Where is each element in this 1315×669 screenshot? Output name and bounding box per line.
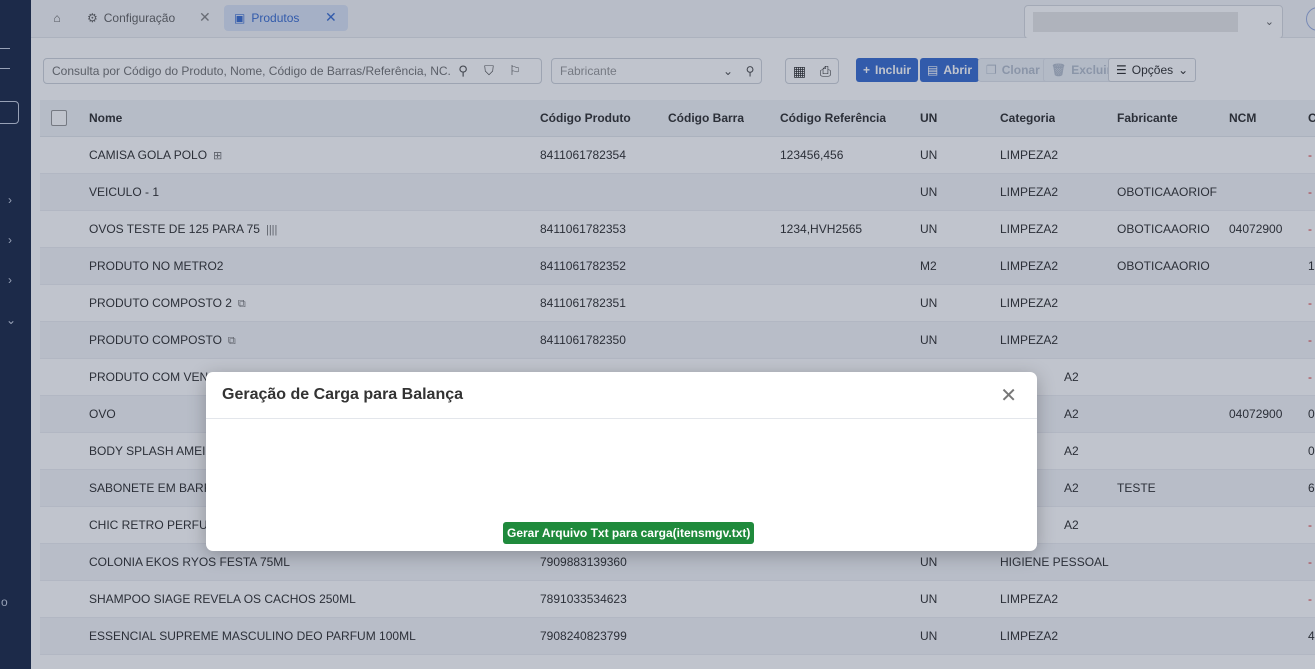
modal-backdrop[interactable] [0,0,1315,669]
modal-title: Geração de Carga para Balança [222,386,464,403]
modal-header: Geração de Carga para Balança ✕ [206,372,1037,419]
generate-file-button[interactable]: Gerar Arquivo Txt para carga(itensmgv.tx… [503,522,755,544]
balance-load-dialog: Geração de Carga para Balança ✕ Gerar Ar… [206,372,1037,551]
close-icon[interactable]: ✕ [1000,383,1017,408]
